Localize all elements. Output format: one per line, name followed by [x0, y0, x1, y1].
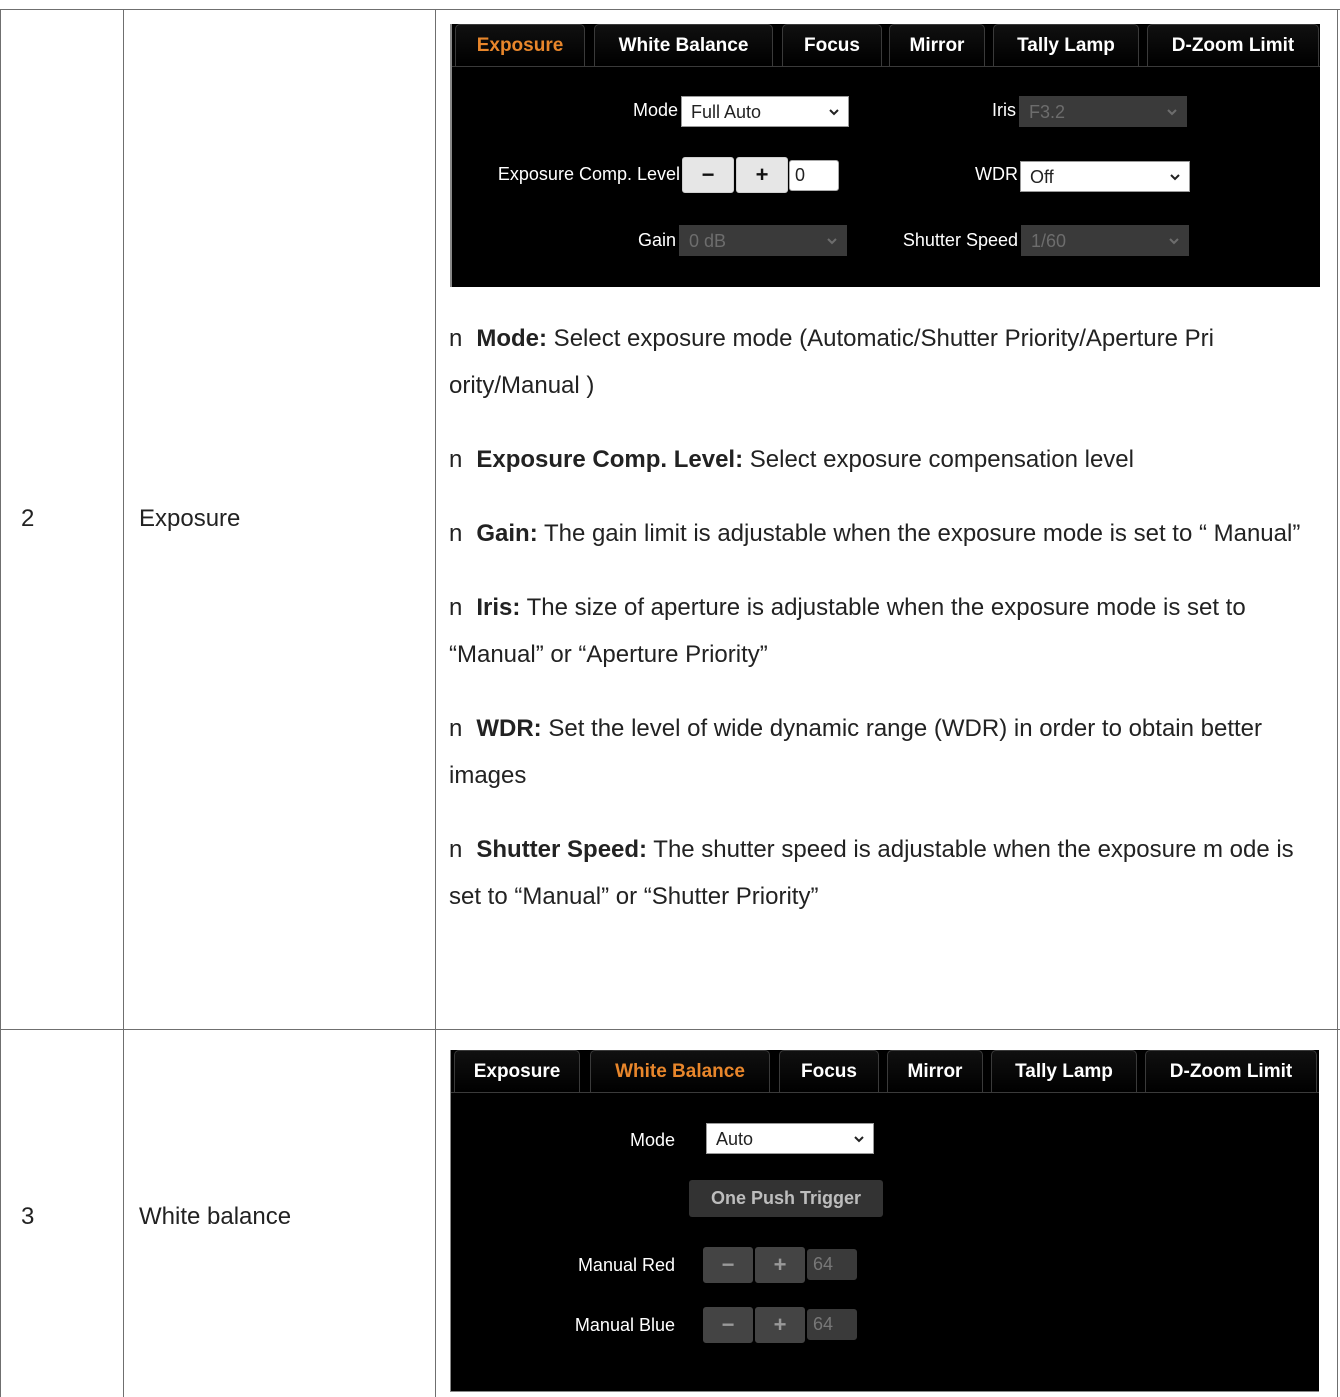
bullet: n — [449, 715, 463, 742]
table-col-divider-2 — [435, 9, 436, 1397]
chevron-down-icon — [1170, 174, 1180, 181]
desc-exposure-comp: n Exposure Comp. Level: Select exposure c… — [449, 436, 1327, 483]
settings-tabs: Exposure White Balance Focus Mirror Tall… — [451, 1050, 1319, 1093]
manual-red-plus-button[interactable]: + — [755, 1247, 805, 1283]
tab-underline — [451, 1092, 1319, 1093]
desc-term: WDR: — [476, 715, 542, 742]
desc-term: Iris: — [476, 594, 521, 621]
shutter-speed-select[interactable]: 1/60 — [1021, 225, 1189, 256]
bullet: n — [449, 325, 463, 352]
shutter-speed-label: Shutter Speed — [902, 230, 1018, 250]
iris-select[interactable]: F3.2 — [1019, 96, 1187, 127]
exposure-comp-minus-button[interactable]: − — [682, 157, 734, 193]
wdr-label: WDR — [975, 164, 1018, 184]
chevron-down-icon — [854, 1136, 864, 1143]
desc-term: Shutter Speed: — [476, 836, 648, 863]
tab-mirror[interactable]: Mirror — [887, 1050, 983, 1092]
desc-term: Mode: — [476, 325, 548, 352]
tab-focus[interactable]: Focus — [779, 1050, 879, 1092]
wb-mode-label: Mode — [629, 1130, 675, 1150]
bullet: n — [449, 446, 463, 473]
table-col-divider-1 — [123, 9, 124, 1397]
row-number: 2 — [21, 505, 35, 532]
wb-mode-select[interactable]: Auto — [706, 1123, 874, 1154]
table-row-divider — [0, 1029, 1340, 1030]
desc-mode: n Mode: Select exposure mode (Automatic/S… — [449, 315, 1327, 409]
bullet: n — [449, 836, 463, 863]
desc-iris: n Iris: The size of aperture is adjustabl… — [449, 584, 1327, 678]
exposure-comp-value[interactable]: 0 — [789, 160, 839, 191]
desc-text: The size of aperture is adjustable when … — [449, 594, 1246, 668]
settings-tabs: Exposure White Balance Focus Mirror Tall… — [452, 24, 1320, 67]
tab-focus[interactable]: Focus — [782, 24, 882, 66]
desc-text: Select exposure compensation level — [743, 446, 1134, 473]
row-number: 3 — [21, 1203, 35, 1230]
tab-d-zoom-limit[interactable]: D-Zoom Limit — [1147, 24, 1319, 66]
desc-text: The gain limit is adjustable when the ex… — [537, 520, 1301, 547]
mode-select[interactable]: Full Auto — [681, 96, 849, 127]
iris-value: F3.2 — [1029, 102, 1066, 122]
wdr-select[interactable]: Off — [1020, 161, 1190, 192]
manual-blue-label: Manual Blue — [574, 1315, 675, 1335]
table-border-left — [0, 9, 1, 1397]
tab-white-balance[interactable]: White Balance — [590, 1050, 770, 1092]
tab-exposure[interactable]: Exposure — [455, 24, 585, 66]
table-border-top — [0, 9, 1340, 10]
tab-white-balance[interactable]: White Balance — [594, 24, 773, 66]
gain-label: Gain — [637, 230, 676, 250]
desc-term: Gain: — [476, 520, 538, 547]
gain-value: 0 dB — [689, 231, 727, 251]
manual-red-minus-button[interactable]: − — [703, 1247, 753, 1283]
bullet: n — [449, 520, 463, 547]
desc-text: Select exposure mode (Automatic/Shutter … — [449, 325, 1214, 399]
chevron-down-icon — [1169, 238, 1179, 245]
chevron-down-icon — [1167, 109, 1177, 116]
chevron-down-icon — [829, 109, 839, 116]
manual-blue-minus-button[interactable]: − — [703, 1307, 753, 1343]
desc-shutter-speed: n Shutter Speed: The shutter speed is adj… — [449, 826, 1327, 920]
desc-term: Exposure Comp. Level: — [476, 446, 744, 473]
manual-red-label: Manual Red — [577, 1255, 675, 1275]
manual-blue-value[interactable]: 64 — [807, 1309, 857, 1340]
wdr-value: Off — [1030, 167, 1054, 187]
iris-label: Iris — [992, 100, 1016, 120]
wb-mode-value: Auto — [716, 1129, 754, 1149]
tab-mirror[interactable]: Mirror — [889, 24, 985, 66]
desc-text: Set the level of wide dynamic range (WDR… — [449, 715, 1263, 789]
mode-label: Mode — [632, 100, 678, 120]
tab-d-zoom-limit[interactable]: D-Zoom Limit — [1145, 1050, 1317, 1092]
tab-tally-lamp[interactable]: Tally Lamp — [993, 24, 1139, 66]
desc-wdr: n WDR: Set the level of wide dynamic rang… — [449, 705, 1327, 799]
one-push-trigger-button[interactable]: One Push Trigger — [689, 1180, 883, 1217]
tab-underline — [452, 66, 1320, 67]
exposure-settings-panel: Exposure White Balance Focus Mirror Tall… — [450, 24, 1320, 287]
row-item: Exposure — [139, 505, 241, 532]
exposure-comp-label: Exposure Comp. Level — [497, 164, 680, 184]
exposure-comp-plus-button[interactable]: + — [736, 157, 788, 193]
desc-gain: n Gain: The gain limit is adjustable when… — [449, 510, 1327, 557]
manual-blue-plus-button[interactable]: + — [755, 1307, 805, 1343]
table-border-right — [1337, 9, 1338, 1397]
white-balance-settings-panel: Exposure White Balance Focus Mirror Tall… — [450, 1050, 1319, 1392]
shutter-speed-value: 1/60 — [1031, 231, 1067, 251]
tab-exposure[interactable]: Exposure — [454, 1050, 580, 1092]
tab-tally-lamp[interactable]: Tally Lamp — [991, 1050, 1137, 1092]
manual-red-value[interactable]: 64 — [807, 1249, 857, 1280]
exposure-descriptions: n Mode: Select exposure mode (Automatic/S… — [449, 315, 1327, 920]
row-item: White balance — [139, 1203, 292, 1230]
chevron-down-icon — [827, 238, 837, 245]
mode-value: Full Auto — [691, 102, 762, 122]
bullet: n — [449, 594, 463, 621]
gain-select[interactable]: 0 dB — [679, 225, 847, 256]
